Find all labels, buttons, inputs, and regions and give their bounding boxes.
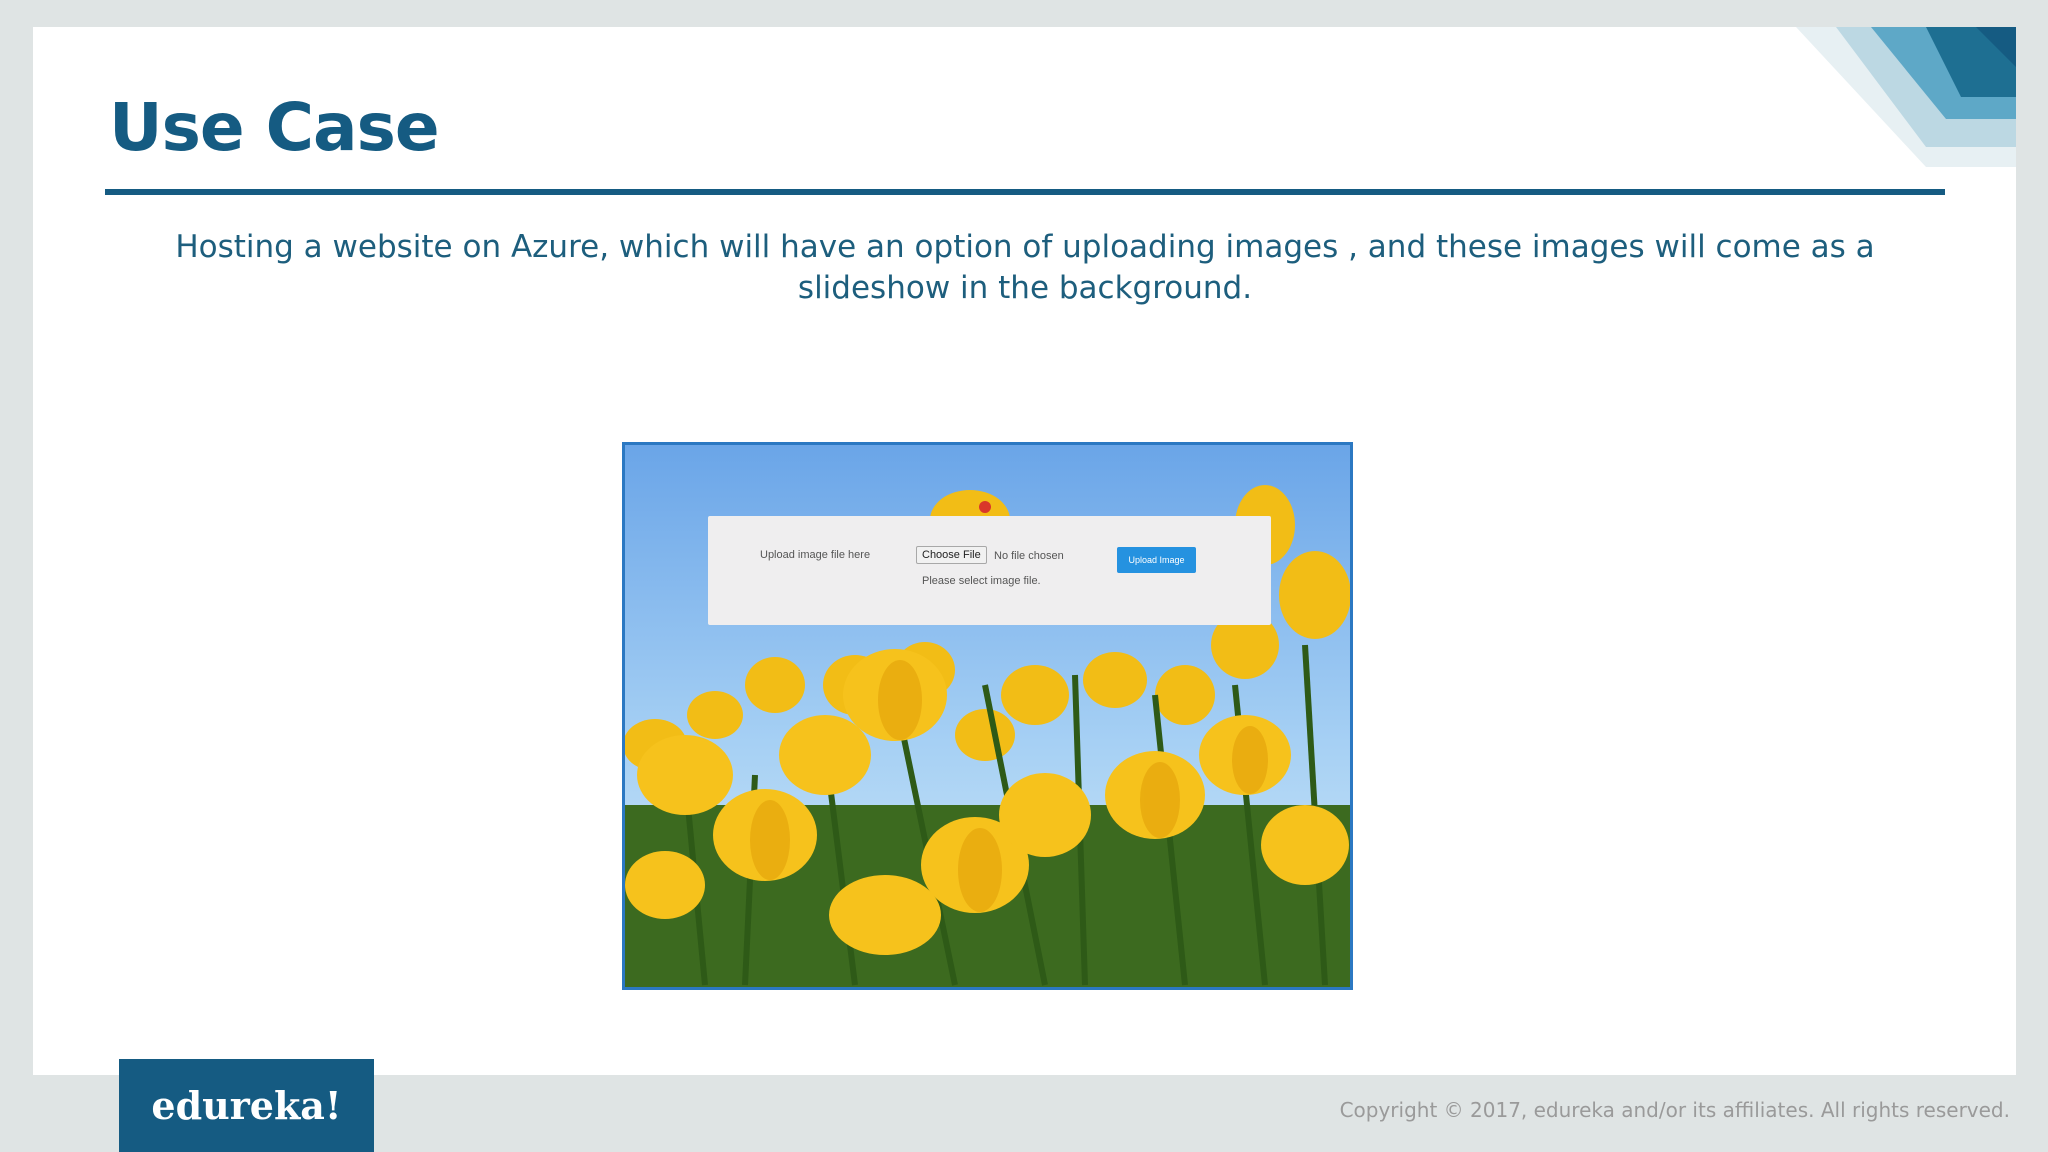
page-title: Use Case	[109, 89, 440, 166]
upload-panel: Upload image file here Choose File No fi…	[708, 516, 1271, 625]
slide-description: Hosting a website on Azure, which will h…	[175, 229, 1875, 306]
slide: Use Case Hosting a website on Azure, whi…	[33, 27, 2016, 1075]
choose-file-button[interactable]: Choose File	[916, 546, 987, 564]
upload-label: Upload image file here	[760, 549, 871, 561]
title-underline	[105, 189, 1945, 195]
website-screenshot: Upload image file here Choose File No fi…	[622, 442, 1353, 990]
corner-decoration	[1796, 27, 2016, 167]
edureka-logo: edureka!	[119, 1059, 374, 1152]
upload-image-button[interactable]: Upload Image	[1117, 547, 1196, 573]
validation-hint: Please select image file.	[922, 575, 1041, 587]
file-status-text: No file chosen	[994, 550, 1064, 562]
copyright-text: Copyright © 2017, edureka and/or its aff…	[1339, 1098, 2010, 1122]
